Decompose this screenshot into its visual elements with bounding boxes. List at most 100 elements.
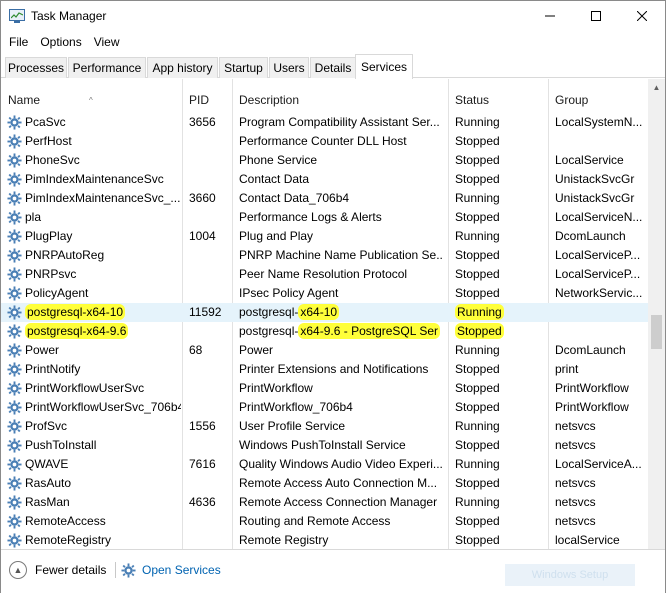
table-row[interactable]: PNRPsvc Peer Name Resolution Protocol Stop… — [1, 265, 649, 284]
table-row[interactable]: postgresql-x64-9.6 postgresql-x64-9.6 - P… — [1, 322, 649, 341]
service-group: LocalServiceN... — [555, 210, 643, 224]
table-row[interactable]: PlugPlay 1004 Plug and Play Running DcomLaun… — [1, 227, 649, 246]
tab-users[interactable]: Users — [269, 57, 309, 78]
service-gear-icon — [7, 286, 22, 301]
scrollbar-thumb[interactable] — [651, 315, 662, 349]
service-pid — [189, 360, 231, 379]
service-description: Remote Access Auto Connection M... — [239, 476, 438, 490]
service-group — [555, 132, 645, 151]
service-description: Power — [239, 343, 274, 357]
service-gear-icon — [7, 229, 22, 244]
maximize-icon[interactable] — [573, 1, 619, 31]
service-name: RemoteRegistry — [25, 533, 112, 547]
service-status: Stopped — [455, 533, 500, 547]
table-row[interactable]: PimIndexMaintenanceSvc_... 3660 Contact Da… — [1, 189, 649, 208]
service-description: Remote Registry — [239, 533, 329, 547]
table-row[interactable]: RemoteAccess Routing and Remote Access Sto… — [1, 512, 649, 531]
service-description: Program Compatibility Assistant Ser... — [239, 115, 440, 129]
tab-app-history[interactable]: App history — [147, 57, 218, 78]
table-row[interactable]: RasMan 4636 Remote Access Connection Manag… — [1, 493, 649, 512]
service-status: Stopped — [455, 323, 504, 339]
service-status: Running — [455, 115, 500, 129]
fewer-details-button[interactable]: ▲ Fewer details — [9, 560, 106, 580]
service-pid — [189, 265, 231, 284]
table-row[interactable]: PolicyAgent IPsec Policy Agent Stopped Netw… — [1, 284, 649, 303]
window-title: Task Manager — [31, 9, 107, 23]
close-icon[interactable] — [619, 1, 665, 31]
table-row[interactable]: pla Performance Logs & Alerts Stopped Local… — [1, 208, 649, 227]
open-services-link[interactable]: Open Services — [121, 560, 221, 580]
column-name[interactable]: Name — [1, 89, 181, 111]
table-row[interactable]: Power 68 Power Running DcomLaunch — [1, 341, 649, 360]
service-gear-icon — [7, 153, 22, 168]
table-row[interactable]: PushToInstall Windows PushToInstall Servi… — [1, 436, 649, 455]
service-pid: 1004 — [189, 229, 216, 243]
service-name: PNRPsvc — [25, 267, 77, 281]
service-status: Stopped — [455, 362, 500, 376]
service-description: Contact Data_706b4 — [239, 191, 350, 205]
service-name: QWAVE — [25, 457, 69, 471]
chevron-up-icon: ▲ — [9, 561, 27, 579]
table-row[interactable]: RemoteRegistry Remote Registry Stopped loca… — [1, 531, 649, 549]
tab-services[interactable]: Services — [355, 54, 413, 79]
column-pid[interactable]: PID — [182, 89, 232, 111]
service-group: localService — [555, 533, 620, 547]
service-description: postgresql-x64-10 — [239, 304, 340, 320]
service-group: DcomLaunch — [555, 343, 626, 357]
table-row[interactable]: PhoneSvc Phone Service Stopped LocalService — [1, 151, 649, 170]
table-row[interactable]: ProfSvc 1556 User Profile Service Running ne… — [1, 417, 649, 436]
table-row[interactable]: PNRPAutoReg PNRP Machine Name Publication… — [1, 246, 649, 265]
service-pid — [189, 436, 231, 455]
table-row[interactable]: postgresql-x64-10 11592 postgresql-x64-10 R… — [1, 303, 649, 322]
service-pid — [189, 474, 231, 493]
scroll-up-icon[interactable]: ▲ — [648, 79, 665, 96]
service-gear-icon — [7, 115, 22, 130]
service-description: Windows PushToInstall Service — [239, 438, 406, 452]
table-row[interactable]: PerfHost Performance Counter DLL Host Stop… — [1, 132, 649, 151]
service-description: IPsec Policy Agent — [239, 286, 339, 300]
table-row[interactable]: PrintNotify Printer Extensions and Notifi… — [1, 360, 649, 379]
service-name: PrintWorkflowUserSvc — [25, 381, 145, 395]
service-description: Phone Service — [239, 153, 318, 167]
service-gear-icon — [7, 191, 22, 206]
tab-performance[interactable]: Performance — [68, 57, 146, 78]
tab-startup[interactable]: Startup — [219, 57, 268, 78]
service-group: LocalSystemN... — [555, 115, 643, 129]
service-pid — [189, 512, 231, 531]
table-row[interactable]: PimIndexMaintenanceSvc Contact Data Stoppe… — [1, 170, 649, 189]
column-status[interactable]: Status — [448, 89, 548, 111]
service-pid: 7616 — [189, 457, 216, 471]
column-group[interactable]: Group — [548, 89, 648, 111]
service-group: DcomLaunch — [555, 229, 626, 243]
service-status: Stopped — [455, 210, 500, 224]
service-status: Running — [455, 495, 500, 509]
tab-details[interactable]: Details — [310, 57, 356, 78]
service-name: ProfSvc — [25, 419, 68, 433]
task-manager-icon — [9, 8, 25, 24]
service-description: Remote Access Connection Manager — [239, 495, 438, 509]
minimize-icon[interactable] — [527, 1, 573, 31]
footer-bar: ▲ Fewer details Open Services Windows Se… — [1, 549, 665, 593]
service-gear-icon — [7, 305, 22, 320]
service-name: Power — [25, 343, 60, 357]
column-description[interactable]: Description — [232, 89, 448, 111]
service-description: Printer Extensions and Notifications — [239, 362, 429, 376]
service-group: PrintWorkflow — [555, 381, 629, 395]
service-name: PcaSvc — [25, 115, 66, 129]
vertical-scrollbar[interactable]: ▲ — [648, 79, 665, 549]
menu-options[interactable]: Options — [34, 35, 87, 49]
table-row[interactable]: PrintWorkflowUserSvc PrintWorkflow Stopped… — [1, 379, 649, 398]
menu-file[interactable]: File — [3, 35, 34, 49]
table-row[interactable]: RasAuto Remote Access Auto Connection M..… — [1, 474, 649, 493]
service-pid — [189, 531, 231, 549]
tab-processes[interactable]: Processes — [5, 57, 67, 78]
title-bar[interactable]: Task Manager — [1, 1, 665, 31]
menu-view[interactable]: View — [88, 35, 126, 49]
service-gear-icon — [7, 381, 22, 396]
table-row[interactable]: PcaSvc 3656 Program Compatibility Assistan… — [1, 113, 649, 132]
service-description: User Profile Service — [239, 419, 346, 433]
service-gear-icon — [7, 533, 22, 548]
service-gear-icon — [7, 400, 22, 415]
table-row[interactable]: QWAVE 7616 Quality Windows Audio Video Exp… — [1, 455, 649, 474]
table-row[interactable]: PrintWorkflowUserSvc_706b4 PrintWorkflow_… — [1, 398, 649, 417]
